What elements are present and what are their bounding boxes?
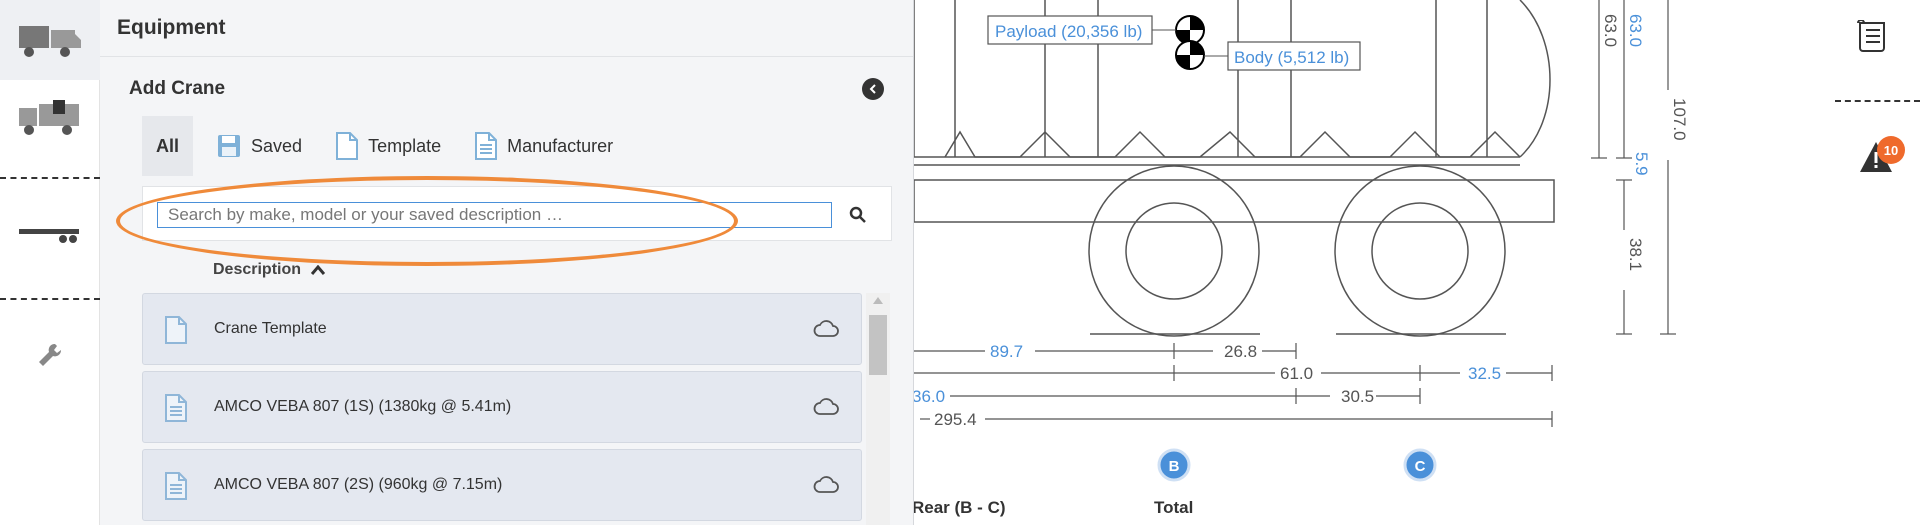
crane-list: Crane Template AMCO VEBA 807 (1S) (1380k…: [142, 293, 862, 525]
list-item[interactable]: AMCO VEBA 807 (2S) (960kg @ 7.15m): [142, 449, 862, 521]
col-rear-label: Rear (B - C): [912, 498, 1006, 517]
left-nav-rail: [0, 0, 100, 525]
section-title: Add Crane: [129, 78, 226, 99]
dim-26-8: 26.8: [1224, 342, 1257, 361]
warnings-count-badge: 10: [1877, 136, 1905, 164]
tab-saved-label: Saved: [251, 135, 303, 156]
cloud-icon: [813, 396, 839, 421]
chevron-left-icon: [869, 84, 876, 94]
wrench-icon: [39, 343, 62, 366]
dim-30-5: 30.5: [1341, 387, 1374, 406]
panel-header: Equipment: [100, 0, 913, 57]
scroll-up-arrow[interactable]: [873, 297, 883, 304]
dim-63-0-left: 63.0: [1601, 14, 1620, 47]
equipment-panel: Equipment Add Crane All Saved Template M…: [100, 0, 914, 525]
cloud-icon: [813, 474, 839, 499]
cloud-icon: [813, 318, 839, 343]
search-bar: [142, 186, 892, 241]
dim-61-0: 61.0: [1280, 364, 1313, 383]
tab-manufacturer-label: Manufacturer: [507, 135, 614, 156]
list-item-label: AMCO VEBA 807 (2S) (960kg @ 7.15m): [214, 476, 503, 493]
tab-all[interactable]: All: [142, 116, 194, 176]
checklist-icon: [1857, 19, 1885, 52]
document-icon: [336, 132, 359, 160]
list-item[interactable]: Crane Template: [142, 293, 862, 365]
document-lines-icon: [475, 132, 498, 160]
truck-icon: [19, 26, 81, 57]
document-lines-icon: [165, 394, 187, 427]
body-label: Body (5,512 lb): [1234, 48, 1349, 67]
tab-manufacturer[interactable]: Manufacturer: [461, 116, 627, 176]
search-button[interactable]: [846, 203, 870, 227]
rail-trailer-button[interactable]: [0, 210, 100, 260]
rail-payload-button[interactable]: [0, 88, 100, 148]
back-button[interactable]: [862, 78, 884, 100]
dim-107-0: 107.0: [1670, 98, 1689, 141]
panel-title: Equipment: [117, 16, 226, 39]
description-column-header[interactable]: Description: [213, 261, 326, 279]
dim-32-5: 32.5: [1468, 364, 1501, 383]
rail-truck-button[interactable]: [0, 0, 100, 80]
dim-63-0-right: 63.0: [1626, 14, 1645, 47]
tab-all-label: All: [156, 135, 180, 156]
dim-36-0: 36.0: [912, 387, 945, 406]
search-icon: [849, 206, 866, 223]
source-tabs: All Saved Template Manufacturer: [142, 116, 627, 176]
scroll-thumb[interactable]: [869, 315, 887, 375]
tab-template-label: Template: [368, 135, 442, 156]
rail-tools-button[interactable]: [0, 335, 100, 375]
description-header-label: Description: [213, 261, 302, 278]
document-lines-icon: [165, 472, 187, 505]
axle-b-label: B: [1169, 458, 1180, 475]
col-total-label: Total: [1154, 498, 1193, 517]
checklist-report-button[interactable]: [1856, 19, 1890, 59]
list-scrollbar[interactable]: [866, 293, 890, 525]
tab-saved[interactable]: Saved: [203, 116, 316, 176]
payload-label: Payload (20,356 lb): [995, 22, 1142, 41]
dim-5-9: 5.9: [1632, 152, 1651, 176]
dim-295-4: 295.4: [934, 410, 977, 429]
list-item[interactable]: AMCO VEBA 807 (1S) (1380kg @ 5.41m): [142, 371, 862, 443]
trailer-icon: [19, 229, 79, 243]
dim-89-7: 89.7: [990, 342, 1023, 361]
list-item-label: AMCO VEBA 807 (1S) (1380kg @ 5.41m): [214, 398, 512, 415]
floppy-disk-icon: [217, 134, 241, 158]
document-icon: [165, 316, 187, 349]
list-item-label: Crane Template: [214, 320, 327, 337]
chevron-up-icon: [311, 265, 326, 275]
tab-template[interactable]: Template: [322, 116, 455, 176]
truck-payload-icon: [19, 100, 79, 135]
dim-38-1: 38.1: [1626, 238, 1645, 271]
search-input[interactable]: [157, 202, 832, 228]
axle-c-label: C: [1415, 458, 1426, 475]
